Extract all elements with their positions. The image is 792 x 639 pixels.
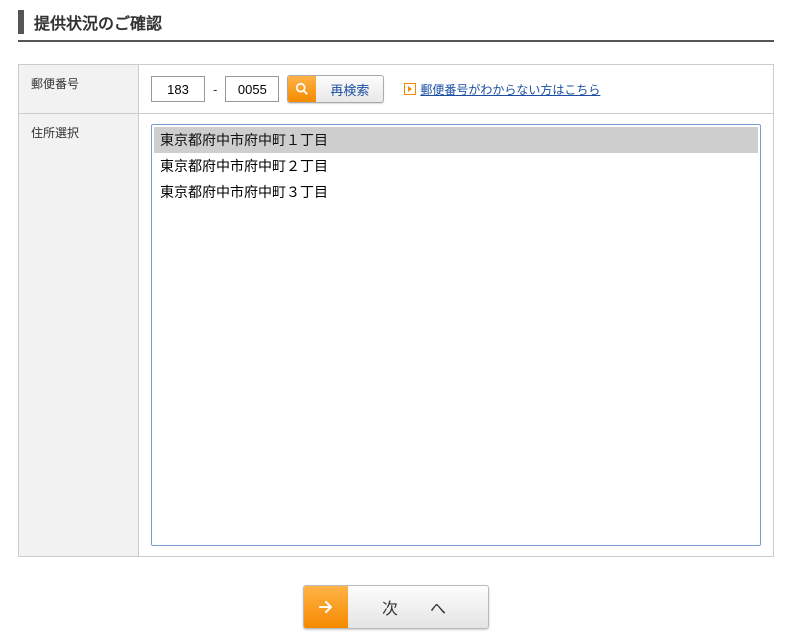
help-link-wrap: 郵便番号がわからない方はこちら <box>404 81 600 98</box>
postal-label: 郵便番号 <box>19 65 139 114</box>
page-title: 提供状況のご確認 <box>18 10 774 34</box>
arrow-right-icon <box>304 586 348 628</box>
postal-dash: - <box>213 82 217 97</box>
research-button[interactable]: 再検索 <box>287 75 384 103</box>
form-table: 郵便番号 - 再検索 郵便番号がわからない方はこちら <box>18 64 774 557</box>
next-button[interactable]: 次 へ <box>303 585 489 629</box>
postal-input-2[interactable] <box>225 76 279 102</box>
research-label: 再検索 <box>316 80 383 99</box>
address-option[interactable]: 東京都府中市府中町２丁目 <box>154 153 758 179</box>
postal-input-1[interactable] <box>151 76 205 102</box>
next-wrap: 次 へ <box>18 585 774 629</box>
address-label: 住所選択 <box>19 114 139 557</box>
address-option[interactable]: 東京都府中市府中町１丁目 <box>154 127 758 153</box>
address-option[interactable]: 東京都府中市府中町３丁目 <box>154 179 758 205</box>
title-underline <box>18 40 774 42</box>
address-select[interactable]: 東京都府中市府中町１丁目 東京都府中市府中町２丁目 東京都府中市府中町３丁目 <box>151 124 761 546</box>
arrow-right-icon <box>404 83 416 95</box>
postal-help-link[interactable]: 郵便番号がわからない方はこちら <box>420 81 600 98</box>
postal-row: - 再検索 郵便番号がわからない方はこちら <box>151 75 761 103</box>
search-icon <box>288 76 316 102</box>
next-label: 次 へ <box>348 586 488 628</box>
